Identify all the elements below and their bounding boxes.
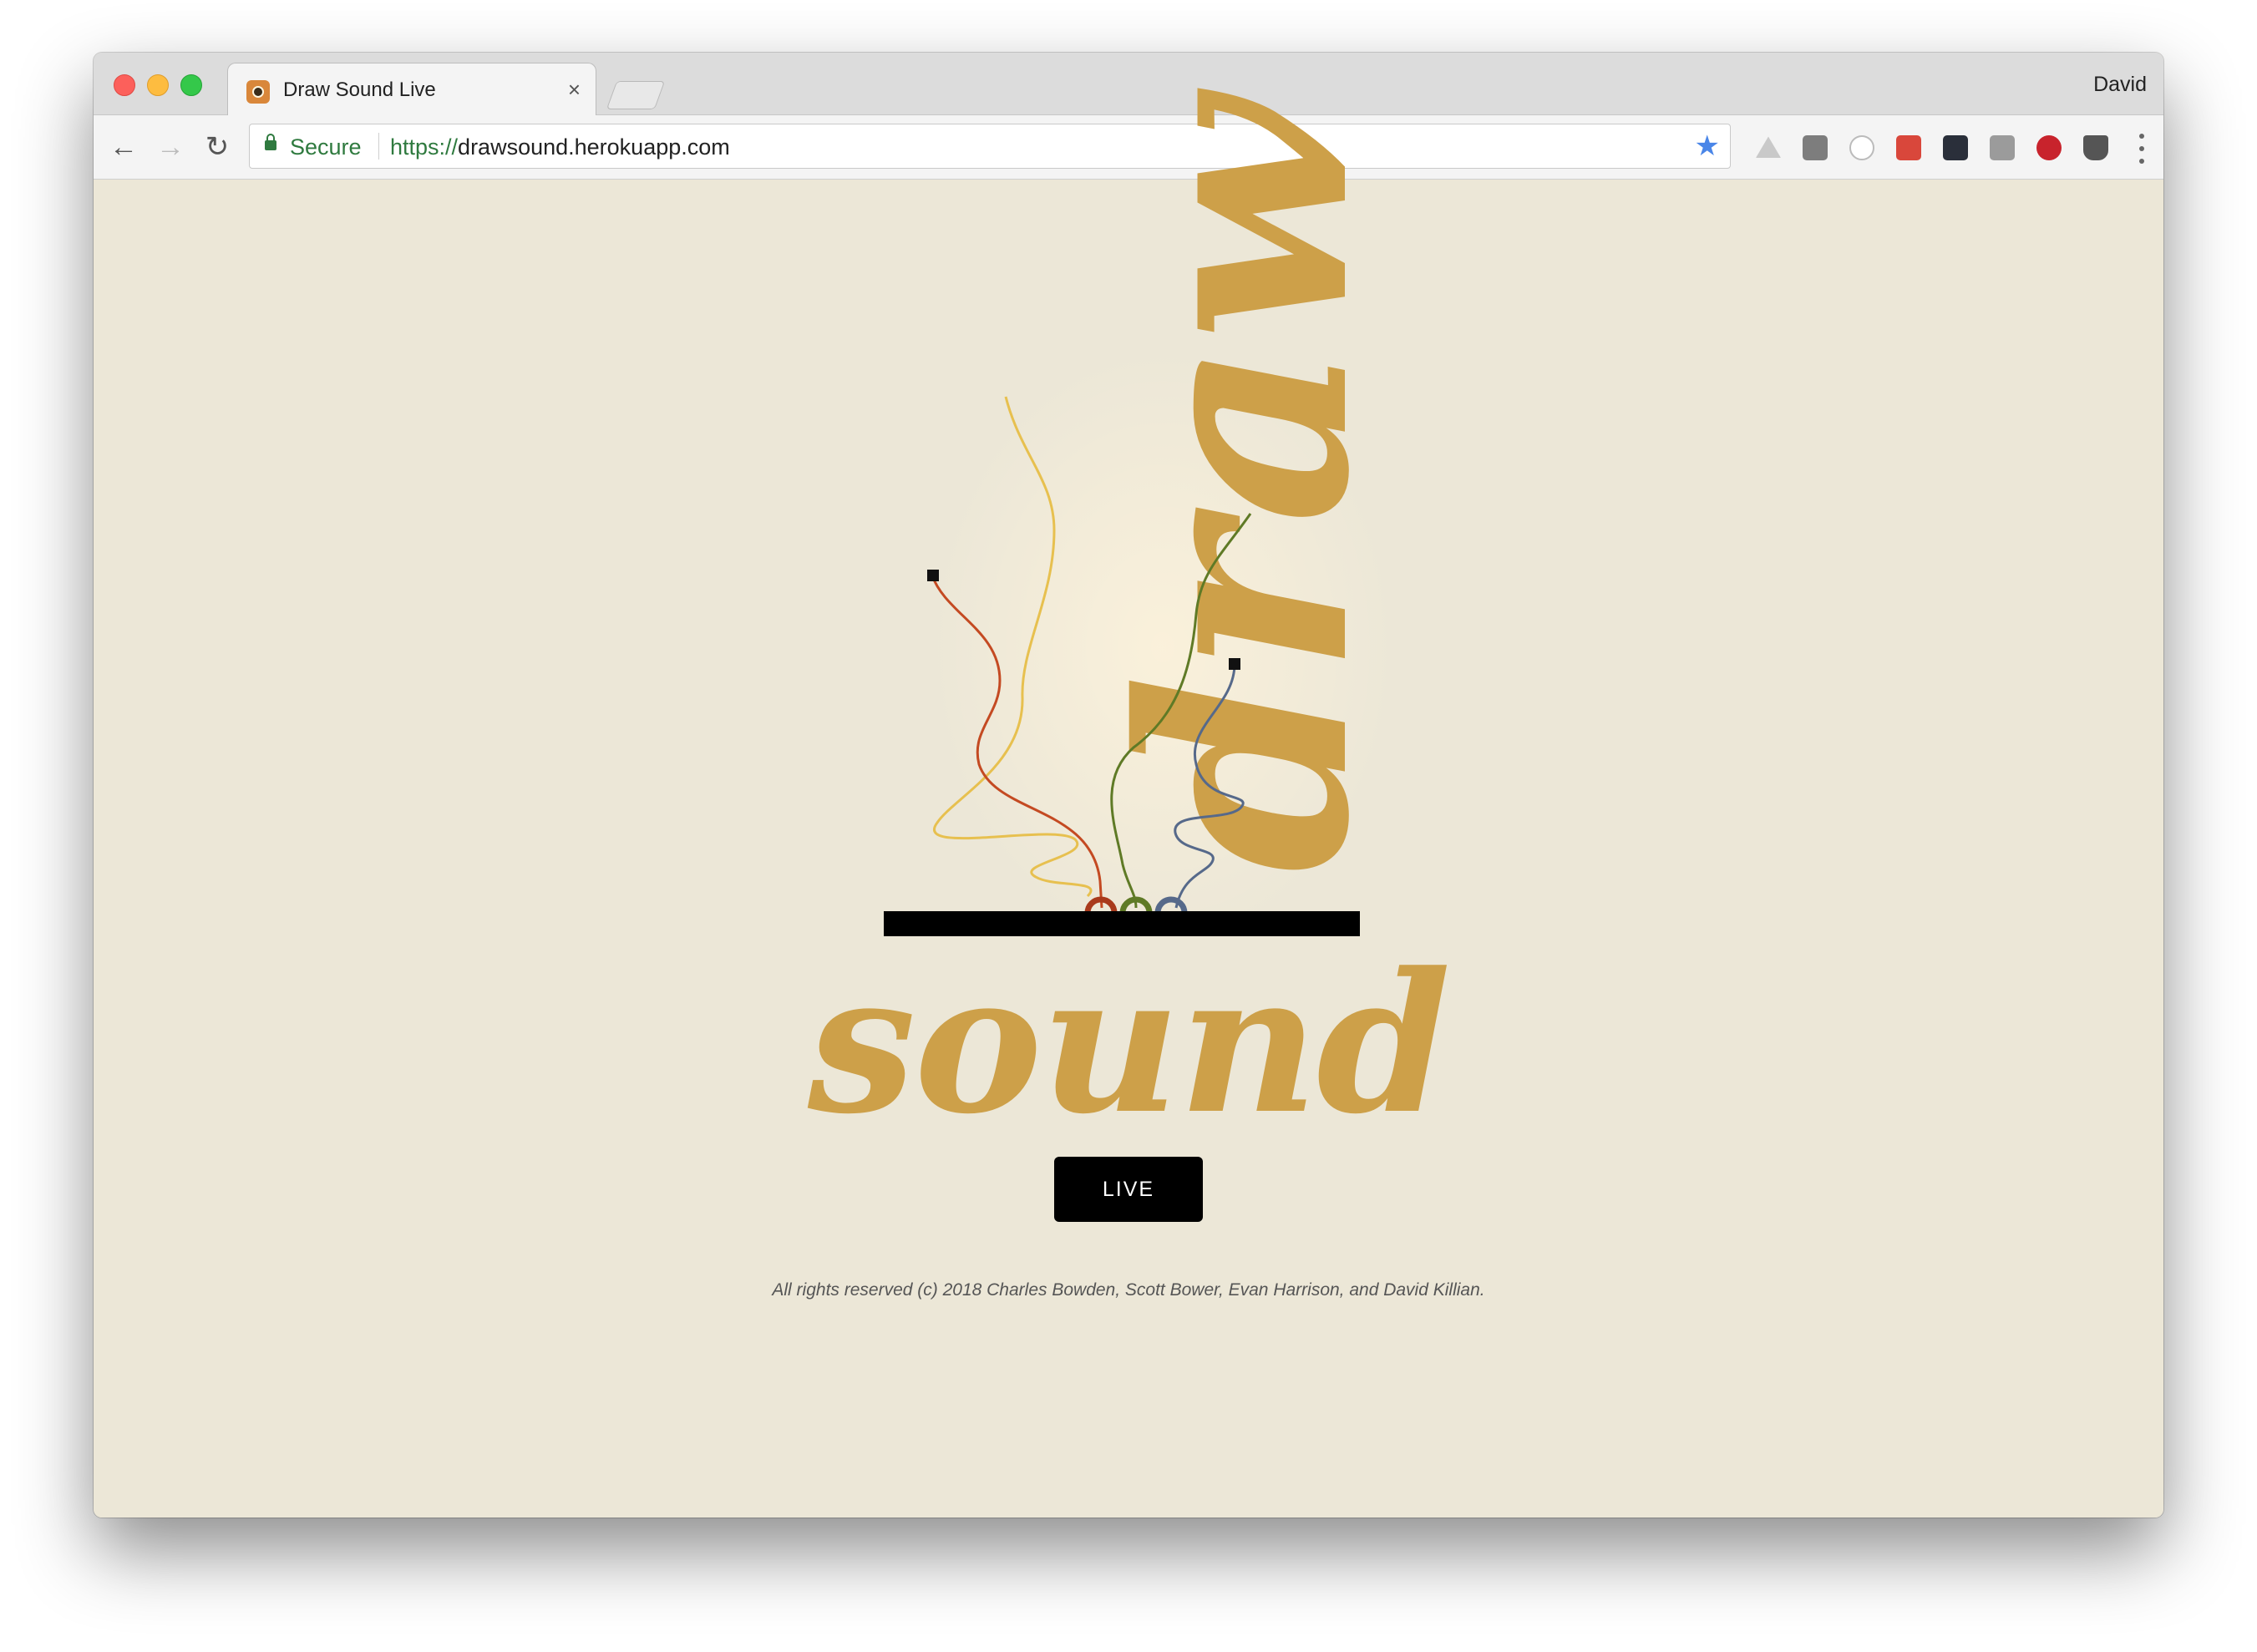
- red-wire: [931, 575, 1103, 909]
- new-tab-button[interactable]: [606, 81, 666, 109]
- browser-window: Draw Sound Live × David ← → ↻ Secure htt…: [94, 53, 2163, 1518]
- pinterest-icon[interactable]: [2036, 135, 2062, 160]
- lastpass-icon[interactable]: [1896, 135, 1921, 160]
- yellow-wire: [933, 396, 1093, 898]
- url-host: drawsound.herokuapp.com: [458, 134, 730, 160]
- green-wire: [1110, 513, 1252, 909]
- live-button[interactable]: LIVE: [1054, 1157, 1203, 1222]
- browser-tab-active[interactable]: Draw Sound Live ×: [227, 63, 596, 116]
- minimize-window-button[interactable]: [147, 74, 169, 96]
- maximize-window-button[interactable]: [180, 74, 202, 96]
- wire-handle-blue: [1229, 658, 1240, 670]
- sound-wires-illustration: [927, 396, 1252, 930]
- url-text[interactable]: https://drawsound.herokuapp.com: [390, 134, 730, 160]
- react-devtools-icon[interactable]: [1943, 135, 1968, 160]
- profile-name[interactable]: David: [2093, 73, 2147, 97]
- browser-menu-icon[interactable]: [2138, 134, 2145, 164]
- logo-sound-text: sound: [807, 931, 1451, 1157]
- tab-title: Draw Sound Live: [283, 79, 436, 101]
- address-divider: [378, 133, 379, 160]
- bookmark-star-icon[interactable]: ★: [1695, 129, 1720, 163]
- wire-handle-red: [927, 570, 939, 581]
- pocket-icon[interactable]: [2083, 135, 2108, 160]
- extension-icon[interactable]: [1803, 135, 1828, 160]
- close-window-button[interactable]: [114, 74, 135, 96]
- reload-icon[interactable]: ↻: [199, 129, 236, 165]
- blue-wire: [1174, 663, 1245, 909]
- url-scheme: https://: [390, 134, 459, 160]
- extension-icon[interactable]: [1990, 135, 2015, 160]
- forward-arrow-icon[interactable]: →: [152, 129, 189, 165]
- favicon-icon: [246, 80, 270, 104]
- address-bar[interactable]: Secure https://drawsound.herokuapp.com ★: [249, 124, 1731, 169]
- google-drive-icon[interactable]: [1756, 136, 1781, 158]
- lock-icon: [265, 134, 276, 150]
- copyright-footer: All rights reserved (c) 2018 Charles Bow…: [772, 1280, 1485, 1300]
- tab-close-icon[interactable]: ×: [568, 77, 581, 102]
- page-content: draw sound LIVE All rights reserved (c) …: [94, 96, 2163, 1518]
- extension-circle-icon[interactable]: [1849, 135, 1874, 160]
- back-arrow-icon[interactable]: ←: [105, 129, 142, 165]
- secure-label: Secure: [290, 134, 362, 160]
